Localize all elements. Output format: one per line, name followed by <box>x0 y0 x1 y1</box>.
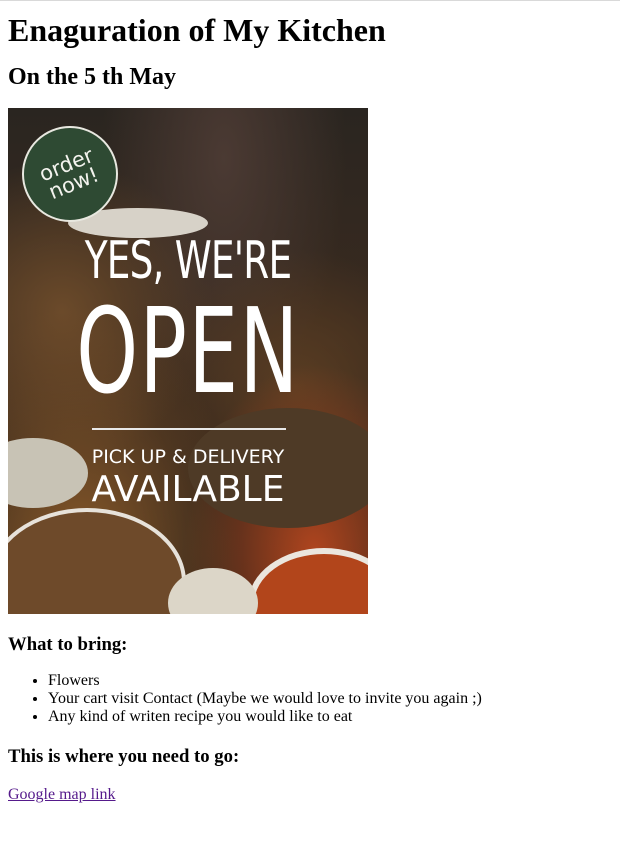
poster-pickup-text: PICK UP & DELIVERY <box>91 446 285 468</box>
food-bowl-right <box>248 548 368 614</box>
food-bowl-left <box>8 508 186 614</box>
bring-list: Flowers Your cart visit Contact (Maybe w… <box>8 672 612 726</box>
list-item: Flowers <box>48 672 612 690</box>
page-content: Enaguration of My Kitchen On the 5 th Ma… <box>0 12 620 804</box>
bring-section-title: What to bring: <box>8 634 128 655</box>
list-item: Your cart visit Contact (Maybe we would … <box>48 690 612 708</box>
poster-divider <box>92 428 286 430</box>
salad-bowl <box>188 408 368 528</box>
location-section-title: This is where you need to go: <box>8 746 240 767</box>
event-date: On the 5 th May <box>8 64 176 90</box>
poster-available-text: AVAILABLE <box>91 469 285 510</box>
list-item: Any kind of writen recipe you would like… <box>48 708 612 726</box>
poster-open-text: OPEN <box>76 282 300 420</box>
page-title: Enaguration of My Kitchen <box>8 12 386 48</box>
open-poster-image: order now! YES, WE'RE OPEN PICK UP & DEL… <box>8 108 368 614</box>
google-map-link[interactable]: Google map link <box>8 786 116 804</box>
